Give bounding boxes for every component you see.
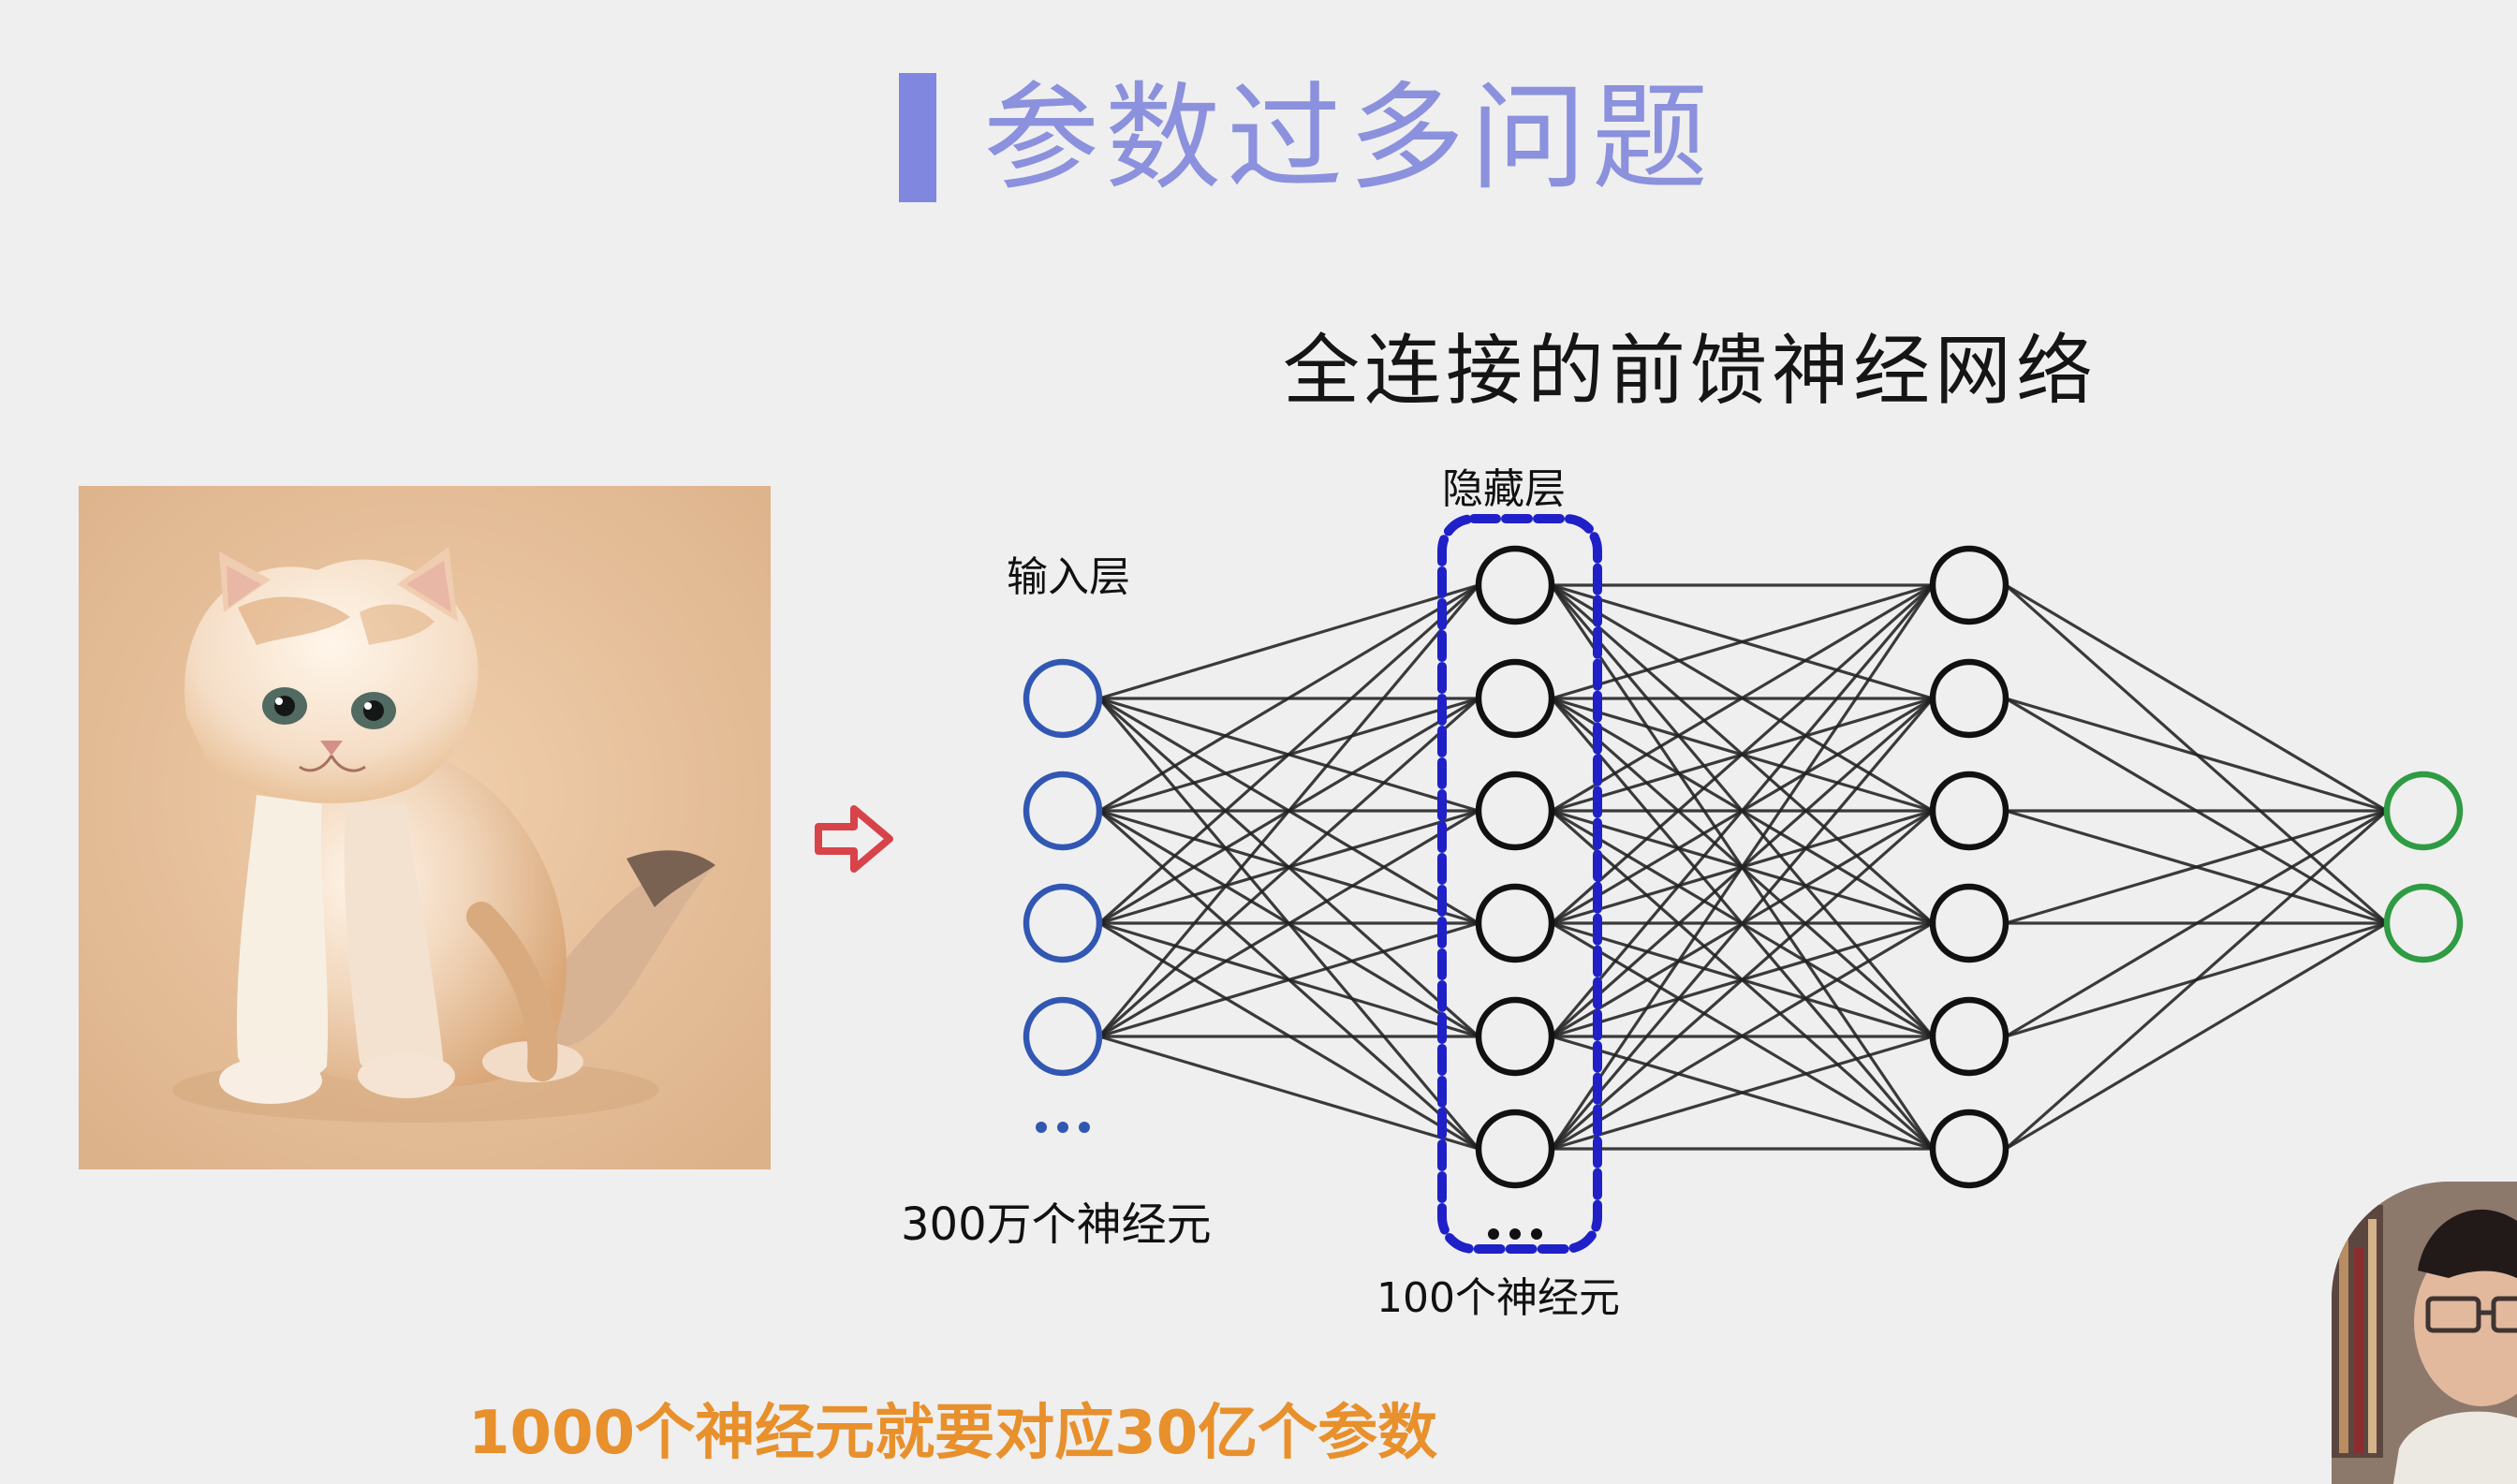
input-neuron (1023, 996, 1103, 1077)
hidden-layer-2-neuron (1929, 1109, 2009, 1189)
hidden-continuation-dot (1531, 1228, 1542, 1240)
parameter-count-conclusion: 1000个神经元就要对应30亿个参数 (468, 1399, 1438, 1468)
input-continuation-dot (1036, 1122, 1047, 1133)
input-neuron (1023, 658, 1103, 739)
presenter-webcam (2332, 1182, 2517, 1484)
hidden-layer-1-neuron (1475, 996, 1555, 1077)
network-connection (2004, 809, 2389, 1151)
hidden-continuation-dot (1488, 1228, 1499, 1240)
input-neuron (1023, 771, 1103, 851)
input-continuation-dot (1079, 1122, 1090, 1133)
input-neuron (1023, 883, 1103, 963)
input-continuation-dot (1057, 1122, 1068, 1133)
hidden-layer-2-neuron (1929, 658, 2009, 739)
presenter-video-thumbnail (2332, 1182, 2517, 1484)
hidden-layer-1-neuron (1475, 771, 1555, 851)
input-neuron-count-label: 300万个神经元 (901, 1198, 1212, 1251)
hidden-layer-label: 隐藏层 (1442, 465, 1566, 513)
slide: 参数过多问题 全连接的前馈神经网络 输入层 隐藏层 300万个神经元 100个神… (0, 0, 2517, 1484)
network-connection (1098, 1035, 1479, 1151)
network-connection (2005, 697, 2388, 813)
hidden-layer-1-neuron (1475, 545, 1555, 625)
hidden-layer-2-neuron (1929, 771, 2009, 851)
hidden-layer-2-neuron (1929, 883, 2009, 963)
hidden-layer-2-neuron (1929, 996, 2009, 1077)
hidden-continuation-dot (1509, 1228, 1521, 1240)
hidden-layer-1-neuron (1475, 658, 1555, 739)
fully-connected-network-diagram (1023, 514, 2464, 1254)
network-connection (2005, 921, 2388, 1151)
hidden-layer-2-neuron (1929, 545, 2009, 625)
hidden-neuron-count-label: 100个神经元 (1376, 1274, 1620, 1322)
network-connection (1098, 583, 1479, 700)
network-connection (1097, 583, 1480, 925)
network-connection (2005, 583, 2388, 813)
output-neuron (2383, 771, 2464, 851)
hidden-layer-1-neuron (1475, 883, 1555, 963)
output-neuron (2383, 883, 2464, 963)
input-layer-label: 输入层 (1007, 553, 1130, 601)
hidden-layer-1-neuron (1475, 1109, 1555, 1189)
